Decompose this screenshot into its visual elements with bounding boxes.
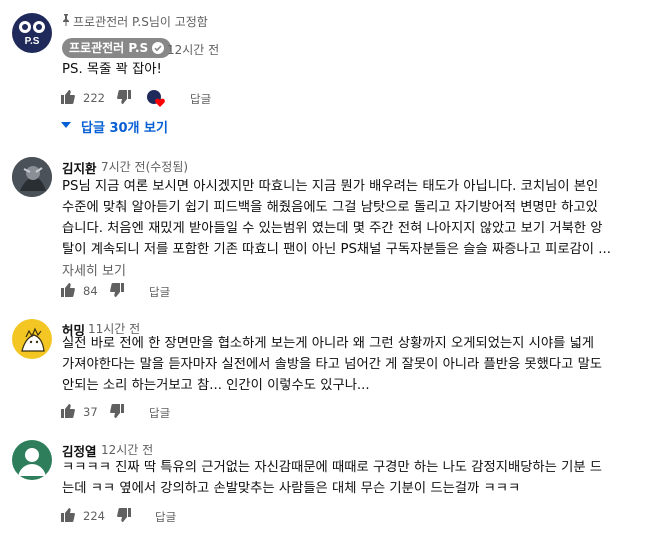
author-name[interactable]: 김지환 xyxy=(62,158,97,177)
like-icon[interactable] xyxy=(61,283,75,297)
author-badge[interactable]: 프로관전러 P.S xyxy=(62,38,172,58)
comment-line: 안되는 소리 하는거보고 참... 인간이 이렇수도 있구나... xyxy=(62,378,370,393)
comment-line: PS님 지금 여론 보시면 아시겠지만 따효니는 지금 뭔가 배우려는 태도가 … xyxy=(62,179,599,194)
author-name: 프로관전러 P.S xyxy=(69,41,149,55)
dislike-icon[interactable] xyxy=(110,283,124,297)
ps-logo-icon xyxy=(19,21,45,33)
dislike-icon[interactable] xyxy=(110,404,124,418)
verified-check-icon xyxy=(152,42,165,54)
reply-button[interactable]: 답글 xyxy=(149,284,170,300)
comment-line: ㅋㅋㅋㅋ 진짜 딱 특유의 근거없는 자신감때문에 때때로 구경만 하는 나도 … xyxy=(62,460,603,475)
like-count: 84 xyxy=(83,284,98,298)
comment-time[interactable]: 12시간 전 xyxy=(167,41,219,58)
like-icon[interactable] xyxy=(61,90,75,104)
dislike-icon[interactable] xyxy=(117,508,131,522)
like-count: 37 xyxy=(83,405,98,419)
caret-down-icon[interactable] xyxy=(61,121,71,129)
avatar-text: P.S xyxy=(24,36,40,47)
reply-button[interactable]: 답글 xyxy=(149,405,170,421)
comment-line: 습니다. 처음엔 재밌게 받아들일 수 있는범위 였는데 몇 주간 전혀 나아지… xyxy=(62,221,603,236)
avatar[interactable] xyxy=(12,157,52,197)
comment-text: PS. 목줄 꽉 잡아! xyxy=(62,62,162,77)
pinned-label: 프로관전러 P.S님이 고정함 xyxy=(73,15,208,29)
comment-line: 실전 바로 전에 한 장면만을 협소하게 보는게 아니라 왜 그런 상황까지 오… xyxy=(62,336,595,351)
like-count: 222 xyxy=(83,91,105,105)
cartoon-avatar-icon xyxy=(21,327,45,352)
avatar[interactable] xyxy=(12,440,52,480)
reply-button[interactable]: 답글 xyxy=(155,509,176,525)
comment-line: 가져야한다는 말을 듣자마자 실전에서 솔방을 타고 넘어간 게 잘못이 아니라… xyxy=(62,357,603,372)
heart-icon xyxy=(155,98,165,107)
like-icon[interactable] xyxy=(61,508,75,522)
character-avatar-icon xyxy=(12,157,52,197)
comment-line: 탈이 계속되니 저를 포함한 기존 따효니 팬이 아닌 PS채널 구독자분들은 … xyxy=(62,242,611,257)
pin-icon xyxy=(63,14,69,26)
like-count: 224 xyxy=(83,509,105,523)
avatar[interactable] xyxy=(12,319,52,359)
avatar[interactable]: P.S xyxy=(12,13,52,53)
reply-button[interactable]: 답글 xyxy=(190,91,211,107)
dislike-icon[interactable] xyxy=(117,90,131,104)
comment-text: PS님 지금 여론 보시면 아시겠지만 따효니는 지금 뭔가 배우려는 태도가 … xyxy=(62,176,611,260)
comment-time[interactable]: 12시간 전 xyxy=(101,441,153,458)
like-icon[interactable] xyxy=(61,404,75,418)
comment-line: 는데 ㅋㅋ 옆에서 강의하고 손발맞추는 사람들은 대체 무슨 기분이 드는걸까… xyxy=(62,481,521,496)
default-user-icon xyxy=(18,448,46,476)
comment-line: 수준에 맞춰 알아듣기 쉽기 피드백을 해줬음에도 그걸 남탓으로 돌리고 자기… xyxy=(62,200,598,215)
comment-text: 실전 바로 전에 한 장면만을 협소하게 보는게 아니라 왜 그런 상황까지 오… xyxy=(62,333,602,396)
comment-time[interactable]: 7시간 전(수정됨) xyxy=(101,158,188,175)
comment-text: ㅋㅋㅋㅋ 진짜 딱 특유의 근거없는 자신감때문에 때때로 구경만 하는 나도 … xyxy=(62,457,602,499)
view-replies-button[interactable]: 답글 30개 보기 xyxy=(81,117,168,136)
read-more-button[interactable]: 자세히 보기 xyxy=(62,260,126,279)
